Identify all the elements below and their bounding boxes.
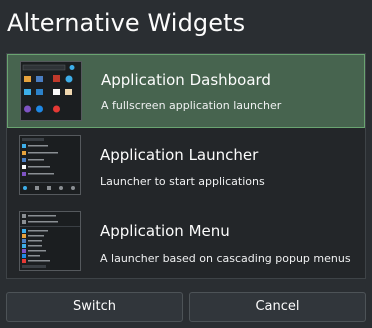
widget-item-application-dashboard[interactable]: Application Dashboard A fullscreen appli… [7, 54, 365, 128]
menu-preview-graphic [20, 212, 80, 270]
cancel-button[interactable]: Cancel [189, 292, 366, 322]
widget-item-application-launcher[interactable]: Application Launcher Launcher to start a… [7, 128, 365, 202]
dashboard-preview-thumbnail [20, 61, 82, 121]
dashboard-preview-graphic [21, 62, 81, 120]
widget-description: A fullscreen application launcher [101, 99, 282, 112]
widget-list: Application Dashboard A fullscreen appli… [6, 53, 366, 279]
widget-name: Application Menu [100, 222, 230, 240]
launcher-preview-thumbnail [19, 135, 81, 195]
dialog-title: Alternative Widgets [7, 9, 246, 37]
switch-button[interactable]: Switch [6, 292, 183, 322]
widget-description: A launcher based on cascading popup menu… [100, 252, 351, 265]
launcher-preview-graphic [20, 136, 80, 194]
widget-item-application-menu[interactable]: Application Menu A launcher based on cas… [7, 204, 365, 278]
widget-description: Launcher to start applications [100, 175, 265, 188]
widget-name: Application Dashboard [101, 71, 271, 89]
menu-preview-thumbnail [19, 211, 81, 271]
widget-name: Application Launcher [100, 146, 259, 164]
